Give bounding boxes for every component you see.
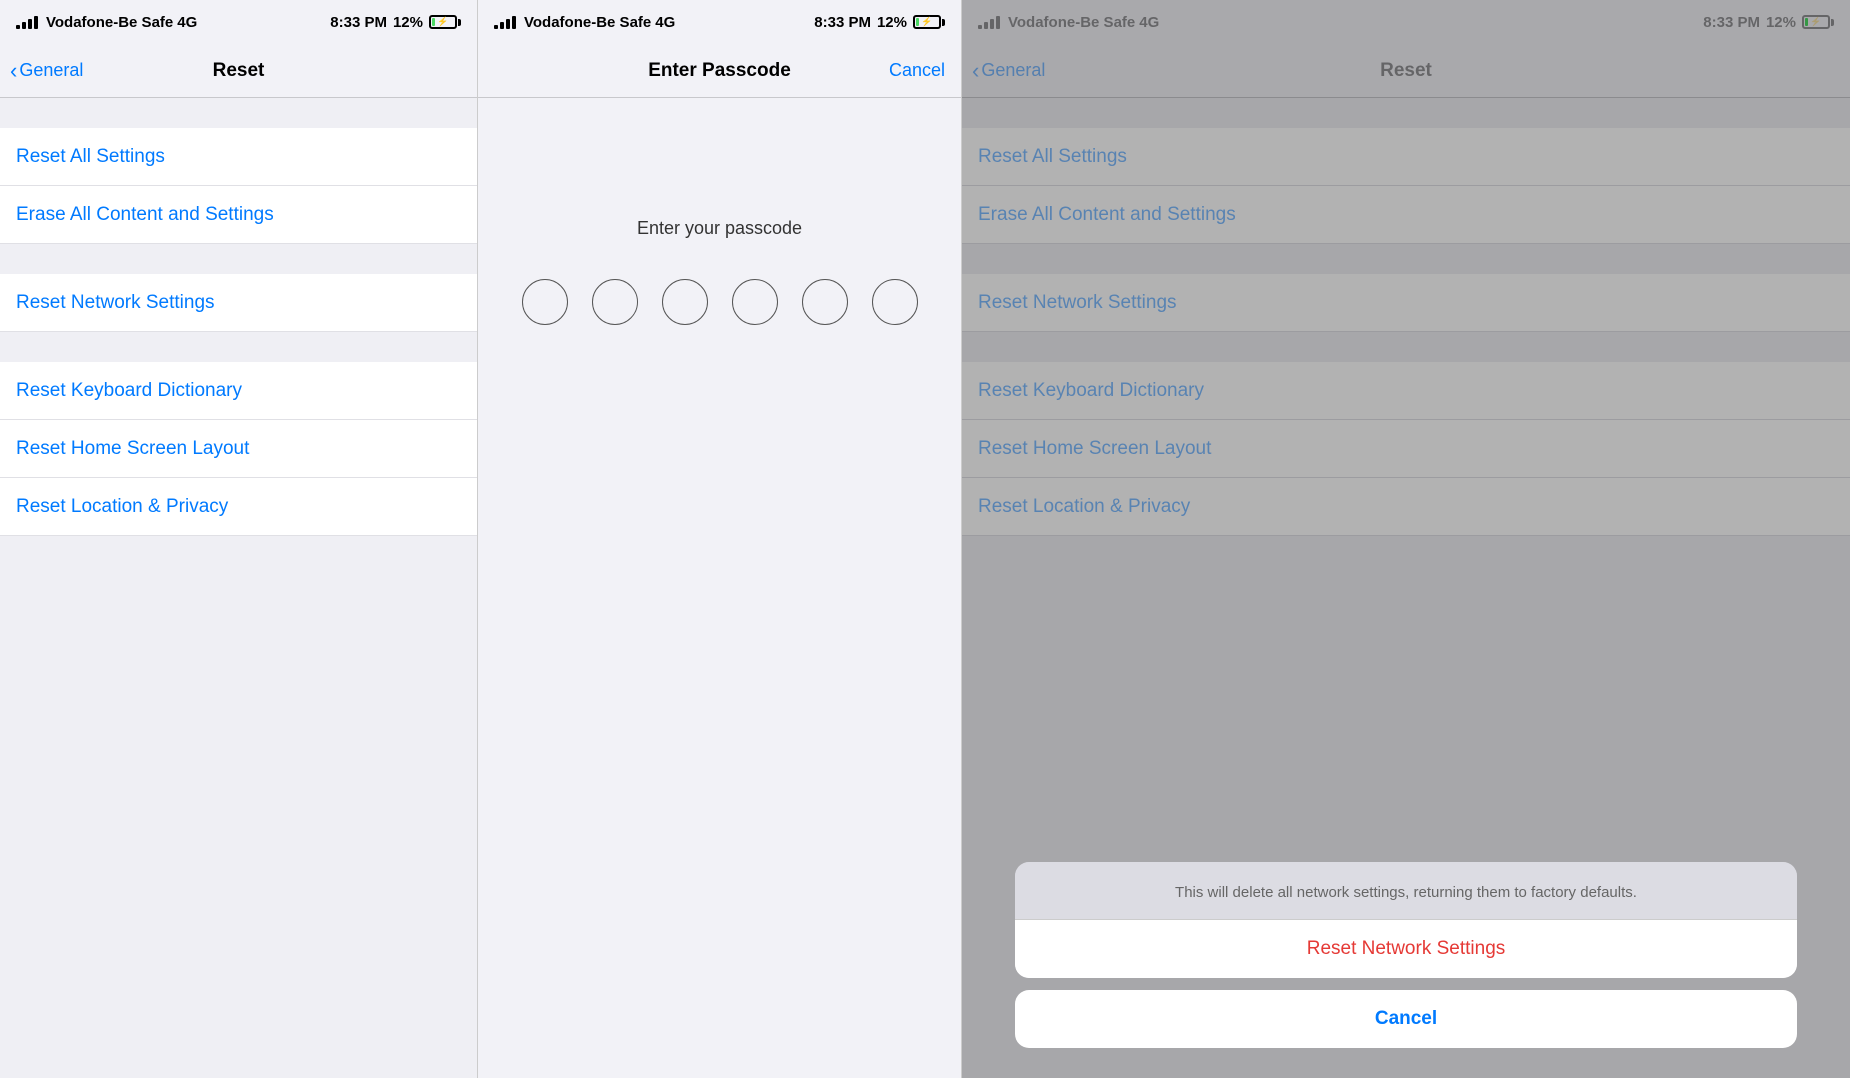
list-item[interactable]: Reset Keyboard Dictionary: [0, 362, 477, 420]
list-item[interactable]: Erase All Content and Settings: [0, 186, 477, 244]
status-bar-left: Vodafone-Be Safe 4G 8:33 PM 12% ⚡: [0, 0, 477, 44]
battery-icon-middle: ⚡: [913, 15, 945, 29]
left-panel: Vodafone-Be Safe 4G 8:33 PM 12% ⚡ ‹ Gene…: [0, 0, 478, 1078]
passcode-dot-6: [872, 279, 918, 325]
chevron-left-icon: ‹: [10, 60, 17, 82]
battery-icon-left: ⚡: [429, 15, 461, 29]
passcode-prompt: Enter your passcode: [637, 218, 802, 239]
passcode-dot-5: [802, 279, 848, 325]
time-left: 8:33 PM: [330, 14, 387, 31]
carrier-left: Vodafone-Be Safe: [46, 14, 173, 31]
passcode-content: Enter your passcode: [478, 98, 961, 1078]
alert-cancel-button[interactable]: Cancel: [1015, 990, 1796, 1048]
signal-icon-middle: [494, 16, 516, 29]
nav-title-left: Reset: [213, 60, 265, 82]
list-item[interactable]: Reset Home Screen Layout: [0, 420, 477, 478]
separator: [0, 332, 477, 362]
network-left: 4G: [177, 14, 197, 31]
back-button-left[interactable]: ‹ General: [10, 60, 83, 82]
passcode-dot-2: [592, 279, 638, 325]
reset-network-confirm-button[interactable]: Reset Network Settings: [1015, 920, 1796, 978]
right-panel: Vodafone-Be Safe 4G 8:33 PM 12% ⚡ ‹ Gene…: [962, 0, 1850, 1078]
passcode-dot-4: [732, 279, 778, 325]
battery-pct-left: 12%: [393, 14, 423, 31]
middle-panel: Vodafone-Be Safe 4G 8:33 PM 12% ⚡ Enter …: [478, 0, 962, 1078]
nav-bar-left: ‹ General Reset: [0, 44, 477, 98]
signal-icon-left: [16, 16, 38, 29]
list-item[interactable]: Reset Location & Privacy: [0, 478, 477, 536]
list-item-selected[interactable]: Reset Network Settings: [0, 274, 477, 332]
alert-sheet: This will delete all network settings, r…: [1015, 862, 1796, 978]
passcode-dot-3: [662, 279, 708, 325]
status-bar-middle: Vodafone-Be Safe 4G 8:33 PM 12% ⚡: [478, 0, 961, 44]
time-middle: 8:33 PM: [814, 14, 871, 31]
carrier-middle: Vodafone-Be Safe: [524, 14, 651, 31]
list-item[interactable]: Reset All Settings: [0, 128, 477, 186]
passcode-cancel-button[interactable]: Cancel: [889, 60, 945, 81]
passcode-dot-1: [522, 279, 568, 325]
alert-message: This will delete all network settings, r…: [1015, 862, 1796, 920]
separator: [0, 244, 477, 274]
settings-list-left: Reset All Settings Erase All Content and…: [0, 98, 477, 1078]
passcode-nav: Enter Passcode Cancel: [478, 44, 961, 98]
network-middle: 4G: [655, 14, 675, 31]
battery-pct-middle: 12%: [877, 14, 907, 31]
passcode-dots: [522, 279, 918, 325]
back-label-left: General: [19, 60, 83, 81]
passcode-title: Enter Passcode: [648, 60, 791, 82]
separator: [0, 98, 477, 128]
alert-overlay: This will delete all network settings, r…: [962, 0, 1850, 1078]
